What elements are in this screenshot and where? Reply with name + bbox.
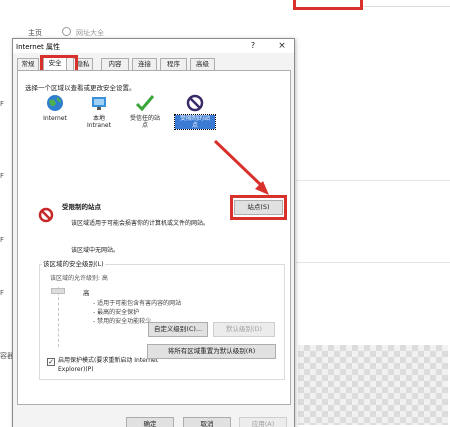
dialog-titlebar: Internet 属性 ? × [13, 39, 294, 53]
default-level-button[interactable]: 默认级别(D) [213, 322, 275, 337]
reset-all-zones-button[interactable]: 将所有区域重置为默认级别(R) [147, 344, 276, 359]
restricted-zone-icon [38, 207, 54, 223]
pixelated-region [298, 345, 448, 425]
level-description-item: - 最高的安全保护 [93, 309, 140, 316]
checkmark-icon [135, 95, 155, 112]
zone-local-intranet[interactable]: 本地 Intranet [79, 93, 119, 129]
zone-prompt: 选择一个区域以查看或更改安全设置。 [25, 84, 136, 92]
apply-button[interactable]: 应用(A) [239, 417, 287, 427]
top-divider [363, 6, 450, 7]
security-level-name: 高 [83, 289, 90, 297]
close-button[interactable]: × [276, 40, 288, 52]
cancel-button[interactable]: 取消 [183, 417, 231, 427]
dialog-title: Internet 属性 [16, 43, 61, 51]
sites-button[interactable]: 站点(S) [234, 200, 283, 215]
intranet-icon [92, 97, 106, 110]
background-divider [296, 262, 450, 263]
left-edge-text: F [0, 172, 5, 180]
tab-programs[interactable]: 程序 [160, 58, 187, 70]
tab-content[interactable]: 内容 [101, 58, 129, 70]
zone-restricted-sites[interactable]: 受限制的站 点 [174, 93, 216, 130]
help-button[interactable]: ? [247, 40, 259, 52]
highlighted-top-box [293, 0, 363, 10]
zone-info-title: 受限制的站点 [62, 203, 101, 211]
left-edge-text: F [0, 100, 5, 108]
security-level-group-label: 该区域的安全级别(L) [42, 258, 105, 268]
level-description-item: - 禁用的安全功能较少 [93, 318, 152, 325]
homepage-radio[interactable] [62, 27, 71, 36]
homepage-radio-label: 网址大全 [76, 29, 104, 37]
zone-label: 受限制的站 点 [174, 114, 216, 130]
home-label: 主页 [28, 29, 42, 37]
zone-trusted-sites[interactable]: 受信任的站 点 [125, 93, 165, 129]
allowed-level-text: 该区域的允许级别: 高 [50, 275, 108, 282]
tab-advanced[interactable]: 高级 [190, 58, 215, 70]
left-edge-text: F [0, 236, 5, 244]
restricted-icon [186, 94, 204, 112]
internet-options-dialog: Internet 属性 ? × 常规 安全 隐私 内容 连接 程序 高级 选择一… [12, 38, 295, 427]
protected-mode-checkbox[interactable]: ✓ [47, 358, 55, 366]
ok-button[interactable]: 确定 [126, 417, 174, 427]
security-level-track [58, 287, 59, 347]
globe-icon [47, 95, 63, 111]
zone-info-no-sites: 该区域中无网站。 [71, 247, 120, 254]
custom-level-button[interactable]: 自定义级别(C)... [148, 322, 208, 337]
zone-label: Internet [43, 115, 67, 122]
zone-label: 本地 Intranet [87, 115, 111, 129]
background-divider [296, 180, 450, 181]
annotation-arrow [213, 139, 269, 195]
level-description-item: - 适用于可能包含有害内容的网站 [93, 300, 182, 307]
security-level-slider[interactable] [51, 288, 65, 294]
zone-label: 受信任的站 点 [129, 115, 160, 129]
left-edge-text: F [0, 289, 5, 297]
zone-internet[interactable]: Internet [35, 93, 75, 122]
tab-general[interactable]: 常规 [17, 58, 39, 70]
tab-connections[interactable]: 连接 [132, 58, 157, 70]
zone-info-description: 该区域适用于可能会损害你的计算机或文件的网站。 [71, 220, 210, 227]
